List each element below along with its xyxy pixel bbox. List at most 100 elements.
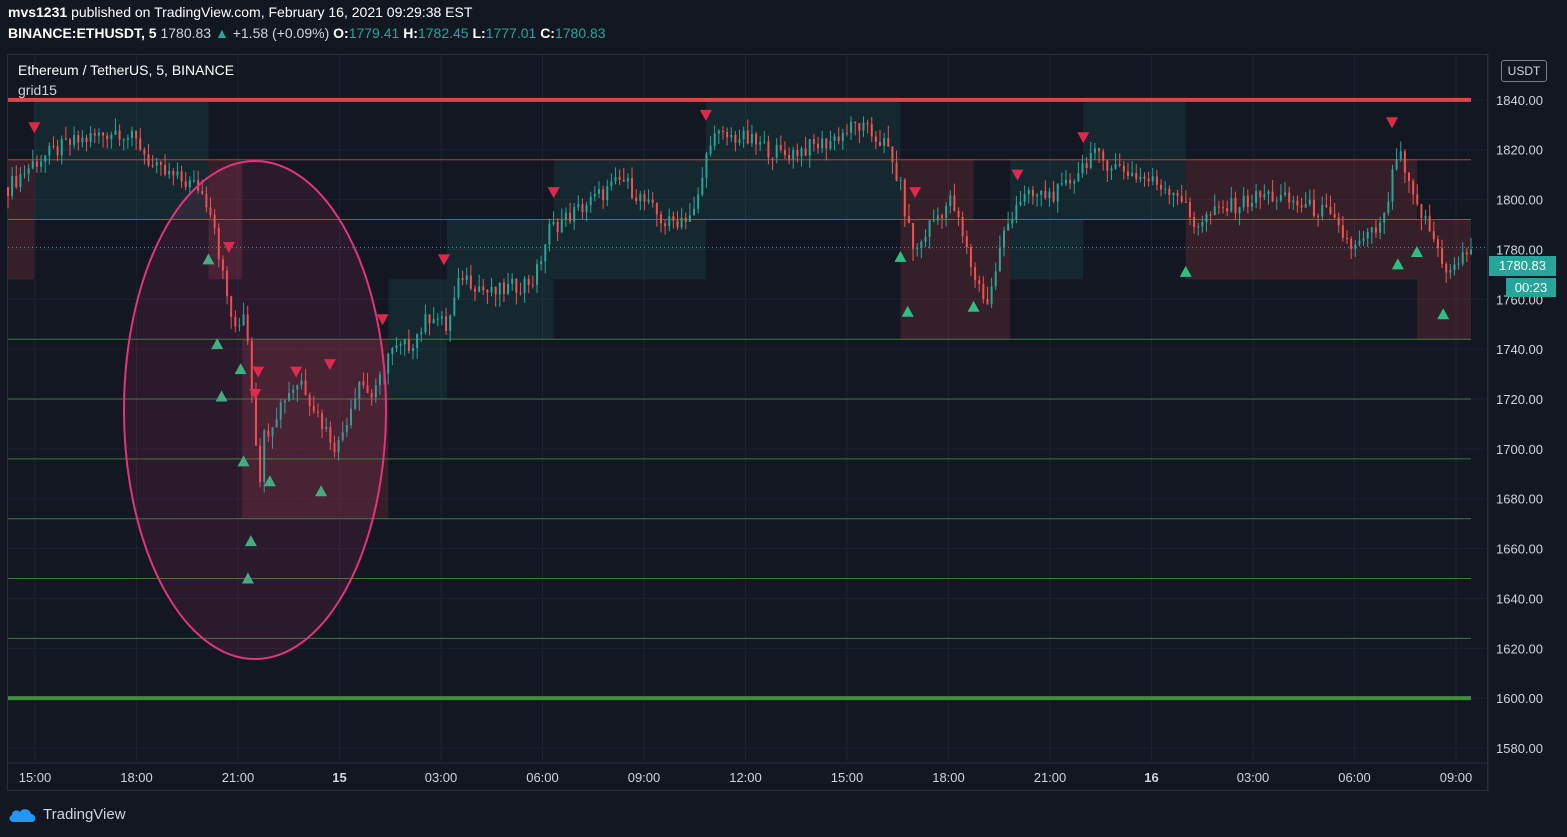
candle-body	[1284, 192, 1287, 195]
candle-body	[581, 204, 584, 213]
x-tick-label: 15:00	[19, 770, 52, 785]
candle-body	[862, 122, 865, 131]
candle-body	[102, 132, 105, 136]
candle-body	[788, 155, 791, 160]
candle-body	[1255, 191, 1258, 203]
y-tick-label: 1620.00	[1496, 641, 1543, 656]
candle-body	[168, 170, 171, 175]
candle-body	[507, 283, 510, 294]
candle-body	[1126, 171, 1129, 177]
candle-body	[1317, 215, 1320, 217]
candle-body	[114, 130, 117, 135]
candle-body	[932, 220, 935, 222]
candle-body	[1346, 237, 1349, 239]
candle-body	[1424, 215, 1427, 219]
price-chart[interactable]: 1840.001820.001800.001780.001760.001740.…	[0, 0, 1567, 837]
candle-body	[705, 153, 708, 178]
candle-body	[817, 143, 820, 149]
candle-body	[7, 187, 9, 196]
candle-body	[126, 138, 129, 140]
candle-body	[1155, 176, 1158, 185]
candle-body	[1007, 223, 1010, 231]
sell-signal-marker	[1385, 117, 1398, 129]
chart-legend: Ethereum / TetherUS, 5, BINANCE grid15	[18, 62, 234, 102]
candle-body	[412, 347, 415, 352]
candle-body	[833, 136, 836, 141]
candle-body	[792, 149, 795, 160]
candle-body	[453, 297, 456, 316]
candle-body	[391, 348, 394, 355]
candle-body	[1453, 264, 1456, 271]
candle-body	[1416, 194, 1419, 205]
candle-body	[85, 137, 88, 142]
candle-body	[969, 247, 972, 268]
candle-body	[643, 194, 646, 202]
bear-zone	[1416, 219, 1471, 340]
candle-body	[1395, 159, 1398, 170]
candle-body	[982, 284, 985, 299]
candle-body	[821, 138, 824, 149]
currency-button[interactable]: USDT	[1501, 60, 1547, 82]
y-tick-label: 1800.00	[1496, 193, 1543, 208]
cloud-icon	[9, 808, 36, 822]
candle-body	[1358, 240, 1361, 245]
y-tick-label: 1640.00	[1496, 591, 1543, 606]
candle-body	[854, 121, 857, 124]
candle-body	[11, 175, 14, 196]
candle-body	[192, 180, 195, 182]
candle-body	[147, 154, 150, 166]
last-price-tag: 1780.83	[1489, 256, 1556, 276]
candle-body	[767, 141, 770, 158]
candle-body	[1271, 191, 1274, 202]
y-tick-label: 1720.00	[1496, 392, 1543, 407]
candle-body	[569, 212, 572, 222]
candle-body	[498, 282, 501, 295]
x-tick-label: 09:00	[1440, 770, 1473, 785]
candle-body	[1052, 191, 1055, 202]
candle-body	[1040, 190, 1043, 195]
candle-body	[1259, 191, 1262, 198]
candle-body	[891, 146, 894, 163]
candle-body	[734, 134, 737, 143]
candle-body	[151, 165, 154, 167]
candle-body	[118, 130, 121, 140]
highlight-ellipse	[123, 160, 387, 660]
candle-body	[771, 157, 774, 159]
candle-body	[808, 138, 811, 156]
candle-body	[1139, 176, 1142, 180]
candle-body	[1296, 200, 1299, 206]
candle-body	[655, 202, 658, 215]
candle-body	[1222, 207, 1225, 209]
candle-body	[523, 278, 526, 293]
candle-body	[1044, 190, 1047, 198]
candle-body	[73, 135, 76, 145]
candle-body	[143, 149, 146, 155]
candle-body	[688, 215, 691, 222]
candle-body	[469, 275, 472, 289]
candle-body	[1230, 197, 1233, 212]
candle-body	[920, 241, 923, 248]
candle-body	[597, 189, 600, 194]
candle-body	[1172, 192, 1175, 196]
candle-body	[1064, 179, 1067, 184]
candle-body	[606, 186, 609, 201]
candle-body	[614, 176, 617, 182]
candle-body	[941, 215, 944, 218]
candle-body	[763, 141, 766, 143]
x-tick-label: 15:00	[831, 770, 864, 785]
candle-body	[540, 261, 543, 264]
candle-body	[130, 131, 133, 139]
candle-body	[647, 199, 650, 202]
candle-body	[953, 195, 956, 211]
candle-body	[1160, 184, 1163, 190]
bear-zone	[900, 159, 974, 340]
candle-body	[164, 164, 167, 175]
candle-body	[1308, 199, 1311, 205]
candle-body	[474, 288, 477, 292]
series-title[interactable]: Ethereum / TetherUS, 5, BINANCE	[18, 62, 234, 78]
indicator-name[interactable]: grid15	[18, 82, 234, 98]
candle-body	[1205, 214, 1208, 223]
candle-body	[1102, 151, 1105, 161]
tradingview-logo[interactable]: TradingView	[8, 806, 126, 823]
candle-body	[184, 181, 187, 188]
